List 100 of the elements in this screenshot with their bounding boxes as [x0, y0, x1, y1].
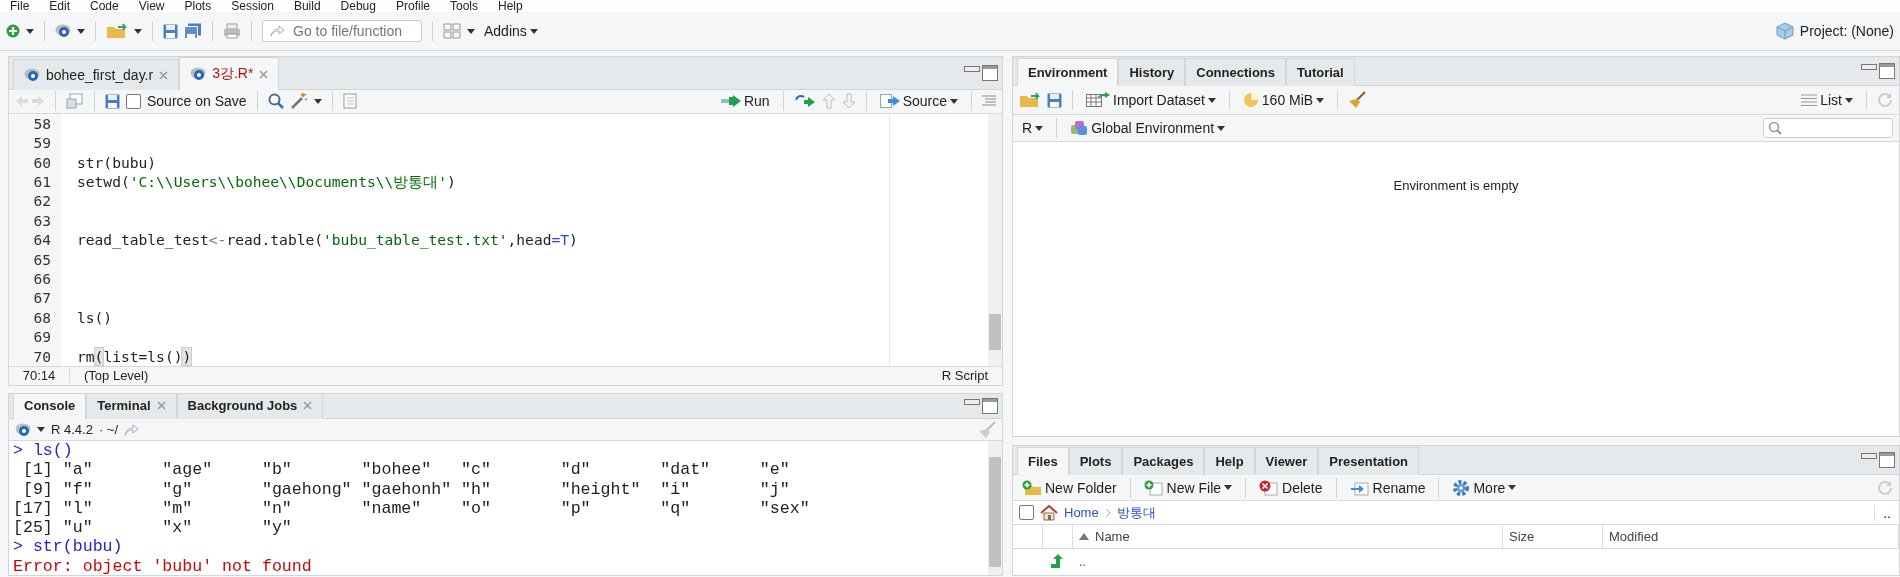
caret-icon[interactable] [1224, 485, 1233, 490]
file-link[interactable]: .. [1079, 553, 1087, 569]
search-field[interactable] [1763, 118, 1893, 138]
save-icon[interactable] [1047, 92, 1062, 108]
overflow-button[interactable]: .. [1874, 504, 1899, 521]
tab[interactable]: 3강.R* [179, 57, 280, 90]
save-all-icon[interactable] [184, 23, 202, 39]
column-header[interactable]: Modified [1603, 525, 1899, 549]
menu-item[interactable]: Code [90, 0, 119, 12]
menu-item[interactable]: Build [293, 0, 321, 12]
folder-icon[interactable] [106, 23, 128, 39]
printer-icon[interactable] [223, 23, 241, 39]
working-directory[interactable]: · ~/ [98, 422, 119, 437]
file-type-selector[interactable]: R Script [927, 368, 1002, 384]
maximize-icon[interactable] [1879, 452, 1895, 468]
tab[interactable]: Help [1204, 447, 1255, 475]
caret-icon[interactable] [37, 427, 45, 432]
tab[interactable]: Viewer [1254, 447, 1319, 475]
scrollbar[interactable] [988, 441, 1002, 575]
caret-icon[interactable] [1845, 97, 1853, 103]
caret-icon[interactable] [134, 28, 142, 34]
environment-selector[interactable]: Global Environment [1067, 118, 1229, 138]
menu-item[interactable]: Profile [395, 0, 430, 12]
magic-wand-icon[interactable] [289, 92, 308, 111]
tab[interactable]: Plots [1068, 447, 1123, 475]
maximize-icon[interactable] [1879, 63, 1895, 79]
menu-item[interactable]: Edit [49, 0, 71, 12]
tab[interactable]: Background Jobs [176, 394, 324, 419]
caret-icon[interactable] [1217, 125, 1226, 131]
list-icon[interactable] [1801, 94, 1818, 106]
view-mode-button[interactable]: List [1798, 90, 1856, 110]
addins-button[interactable]: Addins [481, 21, 541, 41]
go-to-file-field[interactable]: Go to file/function [262, 20, 422, 42]
table-icon[interactable] [1086, 92, 1110, 108]
maximize-icon[interactable] [982, 398, 998, 414]
home-icon[interactable] [1040, 504, 1058, 521]
run-button[interactable]: Run [717, 91, 773, 112]
tab[interactable]: History [1118, 58, 1186, 86]
close-icon[interactable] [259, 69, 269, 79]
caret-icon[interactable] [529, 28, 538, 34]
menu-item[interactable]: Plots [184, 0, 212, 12]
breadcrumb-link[interactable]: 방통대 [1116, 503, 1156, 522]
more-button[interactable]: More [1449, 476, 1520, 499]
caret-icon[interactable] [1508, 485, 1517, 490]
caret-icon[interactable] [1316, 97, 1325, 103]
caret-icon[interactable] [950, 98, 958, 104]
scope-selector[interactable]: (Top Level) [70, 368, 163, 384]
delete-button[interactable]: Delete [1256, 477, 1326, 498]
tab[interactable]: Environment [1017, 58, 1119, 86]
tab[interactable]: Connections [1185, 58, 1286, 86]
caret-icon[interactable] [77, 28, 85, 34]
source-button[interactable]: Source [876, 91, 961, 112]
new-folder-button[interactable]: New Folder [1019, 477, 1120, 498]
close-icon[interactable] [159, 70, 169, 80]
save-icon[interactable] [163, 23, 178, 39]
add-icon[interactable] [6, 24, 20, 38]
menu-item[interactable]: Tools [450, 0, 478, 12]
close-icon[interactable] [303, 401, 313, 410]
caret-icon[interactable] [1035, 125, 1044, 131]
language-selector[interactable]: R [1019, 118, 1047, 138]
tab[interactable]: Files [1017, 447, 1069, 475]
tab[interactable]: Console [13, 394, 87, 419]
rename-button[interactable]: Rename [1346, 477, 1429, 498]
close-icon[interactable] [156, 401, 166, 410]
checkbox[interactable] [1019, 505, 1034, 520]
minimize-icon[interactable] [964, 65, 980, 73]
tab[interactable]: Terminal [86, 394, 177, 419]
scrollbar[interactable] [988, 113, 1002, 366]
folder-icon[interactable] [1019, 92, 1041, 108]
caret-icon[interactable] [26, 28, 34, 34]
minimize-icon[interactable] [1861, 452, 1877, 460]
menu-item[interactable]: Help [498, 0, 523, 12]
caret-icon[interactable] [1207, 97, 1216, 103]
caret-icon[interactable] [313, 98, 322, 104]
search-icon[interactable] [267, 93, 284, 110]
broom-icon[interactable] [1348, 91, 1367, 109]
checkbox[interactable] [126, 93, 141, 109]
breadcrumb-link[interactable]: Home [1064, 505, 1099, 520]
project-label[interactable]: Project: (None) [1799, 23, 1894, 39]
maximize-icon[interactable] [982, 65, 998, 81]
column-header[interactable]: Name [1073, 525, 1503, 549]
caret-icon[interactable] [467, 28, 475, 34]
menu-item[interactable]: File [10, 0, 30, 12]
minimize-icon[interactable] [964, 398, 980, 406]
sort-ascending-icon[interactable] [1079, 533, 1089, 540]
new-file-button[interactable]: New File [1140, 477, 1236, 498]
menu-item[interactable]: Debug [340, 0, 376, 12]
memory-usage-button[interactable]: 160 MiB [1239, 90, 1328, 110]
save-icon[interactable] [105, 93, 120, 109]
minimize-icon[interactable] [1861, 63, 1877, 71]
tab[interactable]: Packages [1122, 447, 1205, 475]
arrow-icon[interactable] [270, 25, 284, 37]
tab[interactable]: Presentation [1318, 447, 1420, 475]
menu-item[interactable]: Session [231, 0, 274, 12]
tab[interactable]: Tutorial [1286, 58, 1355, 86]
menu-item[interactable]: View [138, 0, 165, 12]
column-header[interactable]: Size [1503, 525, 1603, 549]
rerun-icon[interactable] [793, 94, 816, 109]
tab[interactable]: bohee_first_day.r [13, 59, 180, 90]
import-dataset-button[interactable]: Import Dataset [1083, 90, 1219, 110]
